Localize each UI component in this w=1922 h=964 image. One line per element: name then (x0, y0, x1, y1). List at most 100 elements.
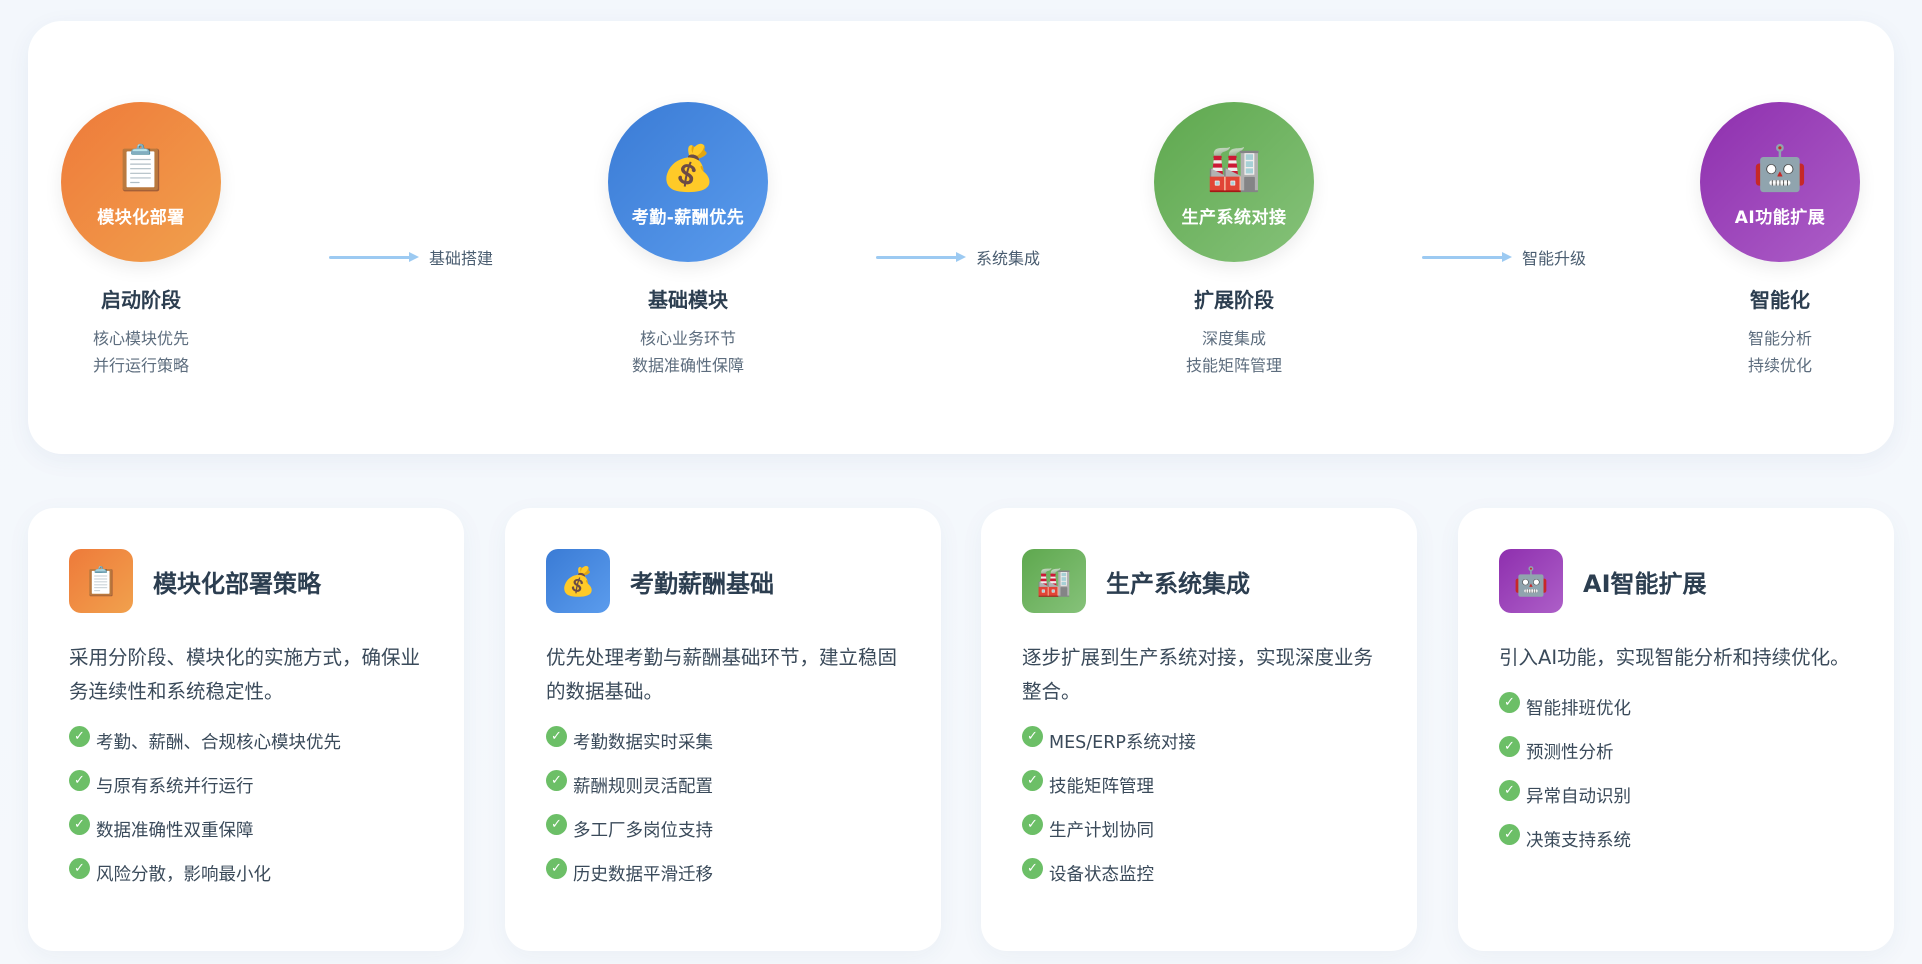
stage-circle: 🏭 生产系统对接 (1154, 102, 1314, 262)
stage-subtitle-line: 持续优化 (1747, 356, 1812, 375)
list-item-label: 异常自动识别 (1526, 786, 1631, 807)
list-item: ✓ 数据准确性双重保障 (69, 807, 424, 851)
card-description: 逐步扩展到生产系统对接，实现深度业务整合。 (1022, 646, 1374, 703)
arrow-right-icon (1422, 251, 1512, 262)
arrow-right-icon (329, 251, 419, 262)
stage-subtitle-line: 技能矩阵管理 (1185, 356, 1282, 375)
check-circle-icon: ✓ (69, 769, 90, 791)
robot-icon: 🤖 (1752, 142, 1808, 194)
stage-subtitle-line: 核心模块优先 (92, 329, 189, 348)
list-item-label: 生产计划协同 (1049, 820, 1154, 841)
stage-circle-label: 考勤-薪酬优先 (631, 207, 745, 228)
factory-icon: 🏭 (1022, 549, 1086, 613)
list-item-label: 与原有系统并行运行 (96, 776, 254, 797)
list-item: ✓ 决策支持系统 (1499, 817, 1854, 861)
stage-circle-label: 模块化部署 (97, 207, 185, 228)
list-item: ✓ 考勤、薪酬、合规核心模块优先 (69, 719, 424, 763)
list-item-label: 技能矩阵管理 (1049, 776, 1154, 797)
money-bag-icon: 💰 (546, 549, 610, 613)
stage-circle-label: AI功能扩展 (1734, 207, 1826, 228)
connector-upgrade: 智能升级 (1422, 245, 1586, 269)
stage-title: 启动阶段 (101, 288, 181, 312)
card-ai-expansion: 🤖 AI智能扩展 引入AI功能，实现智能分析和持续优化。 ✓ 智能排班优化 ✓ 预测… (1458, 508, 1894, 951)
list-item-label: 风险分散，影响最小化 (96, 864, 271, 885)
card-description: 引入AI功能，实现智能分析和持续优化。 (1499, 646, 1850, 669)
card-description: 优先处理考勤与薪酬基础环节，建立稳固的数据基础。 (546, 646, 898, 703)
card-title: AI智能扩展 (1583, 569, 1707, 598)
list-item-label: 设备状态监控 (1049, 864, 1154, 885)
stage-subtitle-line: 深度集成 (1201, 329, 1266, 348)
stage-startup: 📋 模块化部署 启动阶段 核心模块优先 并行运行策略 (0, 102, 291, 379)
card-description: 采用分阶段、模块化的实施方式，确保业务连续性和系统稳定性。 (69, 646, 421, 703)
timeline-panel: 📋 模块化部署 启动阶段 核心模块优先 并行运行策略 基础搭建 💰 考勤-薪酬优… (28, 21, 1894, 454)
stage-expansion: 🏭 生产系统对接 扩展阶段 深度集成 技能矩阵管理 (1084, 102, 1384, 379)
list-item: ✓ 预测性分析 (1499, 729, 1854, 773)
check-circle-icon: ✓ (69, 857, 90, 879)
list-item: ✓ 智能排班优化 (1499, 685, 1854, 729)
card-production-integration: 🏭 生产系统集成 逐步扩展到生产系统对接，实现深度业务整合。 ✓ MES/ERP系… (981, 508, 1417, 951)
list-item: ✓ MES/ERP系统对接 (1022, 719, 1377, 763)
list-item: ✓ 技能矩阵管理 (1022, 763, 1377, 807)
stage-subtitle-line: 核心业务环节 (639, 329, 736, 348)
list-item-label: 考勤数据实时采集 (573, 732, 713, 753)
card-header: 📋 模块化部署策略 (69, 549, 424, 613)
card-feature-list: ✓ MES/ERP系统对接 ✓ 技能矩阵管理 ✓ 生产计划协同 ✓ 设备状态监控 (1022, 719, 1377, 895)
card-title: 考勤薪酬基础 (630, 569, 774, 598)
check-circle-icon: ✓ (546, 857, 567, 879)
list-item-label: 数据准确性双重保障 (96, 820, 254, 841)
check-circle-icon: ✓ (1499, 779, 1520, 801)
list-item-label: 考勤、薪酬、合规核心模块优先 (96, 732, 341, 753)
stage-subtitle-line: 并行运行策略 (92, 356, 189, 375)
list-item: ✓ 设备状态监控 (1022, 851, 1377, 895)
list-item-label: 薪酬规则灵活配置 (573, 776, 713, 797)
stage-subtitle: 智能分析 持续优化 (1748, 325, 1812, 379)
list-item: ✓ 薪酬规则灵活配置 (546, 763, 901, 807)
connector-label: 系统集成 (976, 249, 1041, 268)
card-title: 模块化部署策略 (153, 569, 321, 598)
check-circle-icon: ✓ (1499, 823, 1520, 845)
card-feature-list: ✓ 智能排班优化 ✓ 预测性分析 ✓ 异常自动识别 ✓ 决策支持系统 (1499, 685, 1854, 861)
stage-subtitle-line: 数据准确性保障 (631, 356, 744, 375)
check-circle-icon: ✓ (546, 813, 567, 835)
list-item-label: 决策支持系统 (1526, 830, 1631, 851)
stage-circle: 💰 考勤-薪酬优先 (608, 102, 768, 262)
card-modular-deployment: 📋 模块化部署策略 采用分阶段、模块化的实施方式，确保业务连续性和系统稳定性。 … (28, 508, 464, 951)
check-circle-icon: ✓ (546, 725, 567, 747)
stage-circle: 📋 模块化部署 (61, 102, 221, 262)
money-bag-icon: 💰 (660, 142, 716, 194)
stage-title: 智能化 (1750, 288, 1810, 312)
list-item-label: 智能排班优化 (1526, 698, 1631, 719)
factory-icon: 🏭 (1206, 142, 1262, 194)
connector-label: 智能升级 (1522, 249, 1587, 268)
check-circle-icon: ✓ (1022, 813, 1043, 835)
list-item-label: 历史数据平滑迁移 (573, 864, 713, 885)
list-item: ✓ 考勤数据实时采集 (546, 719, 901, 763)
check-circle-icon: ✓ (1499, 735, 1520, 757)
arrow-right-icon (876, 251, 966, 262)
list-item: ✓ 多工厂多岗位支持 (546, 807, 901, 851)
card-feature-list: ✓ 考勤、薪酬、合规核心模块优先 ✓ 与原有系统并行运行 ✓ 数据准确性双重保障 ✓ 风… (69, 719, 424, 895)
check-circle-icon: ✓ (1022, 857, 1043, 879)
connector-foundation: 基础搭建 (329, 245, 493, 269)
list-item-label: 预测性分析 (1526, 742, 1614, 763)
check-circle-icon: ✓ (69, 725, 90, 747)
clipboard-icon: 📋 (113, 142, 169, 194)
card-feature-list: ✓ 考勤数据实时采集 ✓ 薪酬规则灵活配置 ✓ 多工厂多岗位支持 ✓ 历史数据平滑迁移 (546, 719, 901, 895)
stage-subtitle: 核心业务环节 数据准确性保障 (632, 325, 744, 379)
stage-intelligence: 🤖 AI功能扩展 智能化 智能分析 持续优化 (1630, 102, 1922, 379)
stage-subtitle-line: 智能分析 (1747, 329, 1812, 348)
list-item: ✓ 风险分散，影响最小化 (69, 851, 424, 895)
robot-icon: 🤖 (1499, 549, 1563, 613)
stage-subtitle: 深度集成 技能矩阵管理 (1186, 325, 1282, 379)
card-header: 🤖 AI智能扩展 (1499, 549, 1854, 613)
clipboard-icon: 📋 (69, 549, 133, 613)
list-item: ✓ 生产计划协同 (1022, 807, 1377, 851)
stage-title: 基础模块 (648, 288, 728, 312)
list-item-label: MES/ERP系统对接 (1049, 732, 1196, 753)
list-item: ✓ 历史数据平滑迁移 (546, 851, 901, 895)
card-header: 💰 考勤薪酬基础 (546, 549, 901, 613)
check-circle-icon: ✓ (1499, 691, 1520, 713)
connector-label: 基础搭建 (429, 249, 494, 268)
stage-title: 扩展阶段 (1194, 288, 1274, 312)
list-item: ✓ 与原有系统并行运行 (69, 763, 424, 807)
